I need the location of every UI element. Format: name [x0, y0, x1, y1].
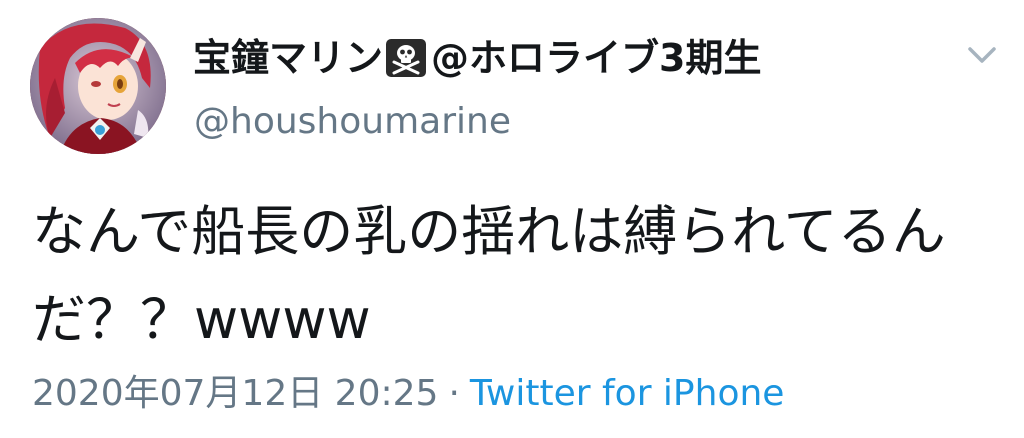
skull-and-crossbones-icon	[385, 38, 427, 78]
avatar-image	[30, 18, 166, 154]
tweet-meta: 2020年07月12日 20:25 · Twitter for iPhone	[32, 370, 784, 418]
tweet-card: 宝鐘マリン @ホロライブ3期生 @houshoumarine なんで船長の乳の揺…	[0, 0, 1024, 438]
display-name-text: 宝鐘マリン	[193, 36, 384, 80]
tweet-text: なんで船長の乳の揺れは縛られてるんだ？？wwww	[32, 200, 946, 351]
source-link[interactable]: Twitter for iPhone	[470, 373, 785, 414]
chevron-down-icon[interactable]	[962, 40, 1002, 70]
meta-separator: ·	[448, 373, 460, 414]
display-name[interactable]: 宝鐘マリン @ホロライブ3期生	[193, 34, 761, 82]
avatar[interactable]	[30, 18, 166, 154]
display-name-suffix: @ホロライブ3期生	[431, 36, 762, 80]
user-handle[interactable]: @houshoumarine	[194, 98, 511, 146]
timestamp[interactable]: 2020年07月12日 20:25	[32, 373, 438, 414]
